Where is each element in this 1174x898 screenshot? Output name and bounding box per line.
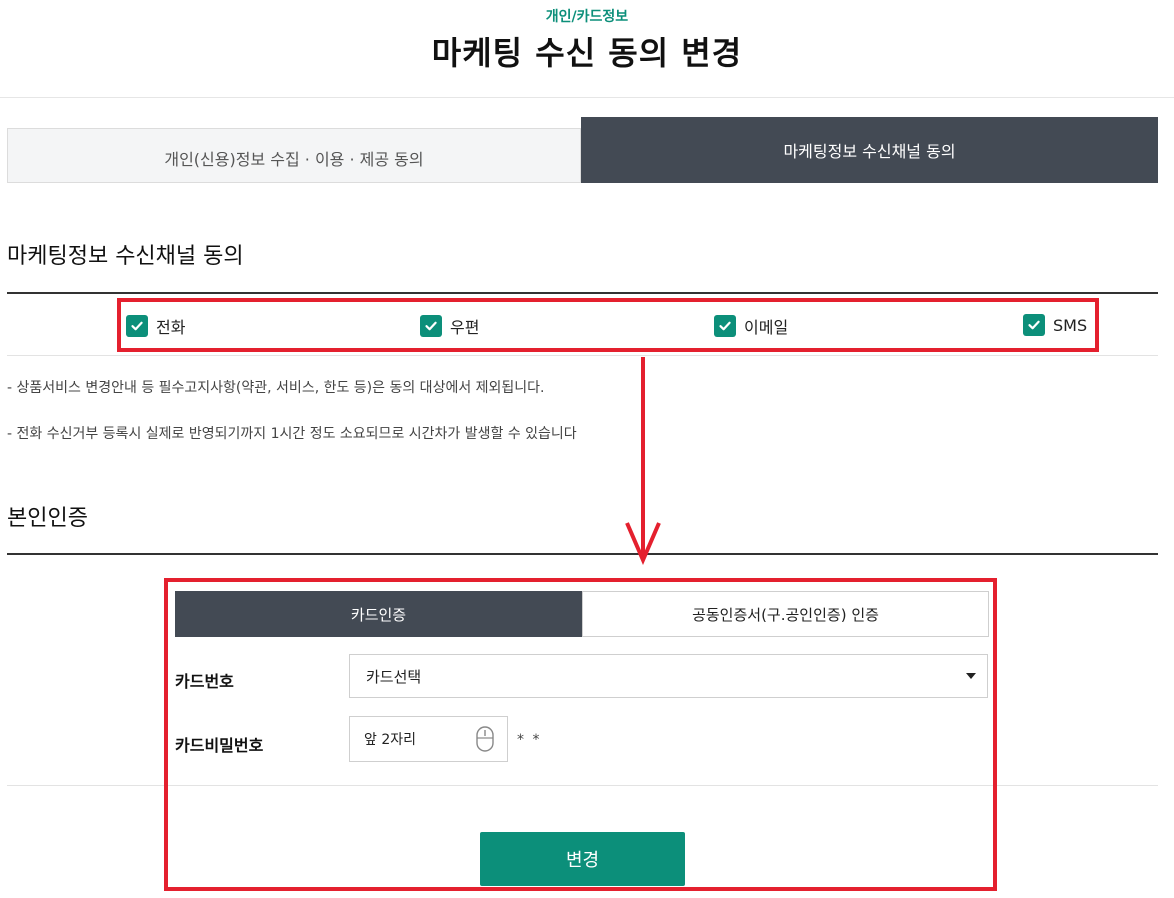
channel-label: 우편 xyxy=(450,318,480,337)
consent-tabs: 개인(신용)정보 수집 · 이용 · 제공 동의 마케팅정보 수신채널 동의 xyxy=(7,117,1158,183)
card-select-value: 카드선택 xyxy=(366,667,422,686)
checkbox-checked-icon[interactable] xyxy=(126,315,148,337)
notice-text: - 전화 수신거부 등록시 실제로 반영되기까지 1시간 정도 소요되므로 시간… xyxy=(7,426,577,442)
checkbox-checked-icon[interactable] xyxy=(1023,314,1045,336)
channel-label: 이메일 xyxy=(744,318,789,337)
mouse-icon[interactable] xyxy=(475,726,495,752)
caret-down-icon xyxy=(966,673,976,679)
identity-verification-panel: 카드인증 공동인증서(구.공인인증) 인증 카드번호 카드선택 카드비밀번호 앞… xyxy=(164,578,997,891)
page-title: 마케팅 수신 동의 변경 xyxy=(431,34,743,72)
section-title-identity-verification: 본인인증 xyxy=(7,506,88,531)
channel-checkbox-group: 전화 우편 이메일 SMS xyxy=(117,298,1099,352)
masked-password-suffix: * * xyxy=(517,732,542,748)
card-password-placeholder: 앞 2자리 xyxy=(364,732,416,748)
section-title-marketing-channels: 마케팅정보 수신채널 동의 xyxy=(7,244,244,269)
section-divider xyxy=(7,292,1158,294)
auth-method-tabs: 카드인증 공동인증서(구.공인인증) 인증 xyxy=(175,591,989,637)
checkbox-checked-icon[interactable] xyxy=(714,315,736,337)
channel-label: SMS xyxy=(1053,315,1088,335)
notice-text: - 상품서비스 변경안내 등 필수고지사항(약관, 서비스, 한도 등)은 동의… xyxy=(7,380,545,396)
section-divider xyxy=(7,553,1158,555)
change-button[interactable]: 변경 xyxy=(480,832,685,886)
annotation-arrow-icon xyxy=(625,357,661,565)
channel-mail[interactable]: 우편 xyxy=(420,314,479,338)
channel-phone[interactable]: 전화 xyxy=(126,314,185,338)
card-password-input[interactable]: 앞 2자리 xyxy=(349,716,508,762)
divider xyxy=(7,355,1158,356)
channel-label: 전화 xyxy=(156,318,186,337)
card-password-label: 카드비밀번호 xyxy=(175,736,264,755)
page-header: 개인/카드정보 마케팅 수신 동의 변경 xyxy=(0,0,1174,98)
tab-card-auth[interactable]: 카드인증 xyxy=(175,591,582,637)
card-select[interactable]: 카드선택 xyxy=(349,654,988,698)
card-number-label: 카드번호 xyxy=(175,672,234,691)
tab-personal-info-consent[interactable]: 개인(신용)정보 수집 · 이용 · 제공 동의 xyxy=(7,128,581,183)
breadcrumb[interactable]: 개인/카드정보 xyxy=(0,6,1174,26)
tab-marketing-channel-consent[interactable]: 마케팅정보 수신채널 동의 xyxy=(581,117,1158,183)
tab-certificate-auth[interactable]: 공동인증서(구.공인인증) 인증 xyxy=(582,591,989,637)
channel-sms[interactable]: SMS xyxy=(1023,314,1087,336)
channel-email[interactable]: 이메일 xyxy=(714,314,788,338)
checkbox-checked-icon[interactable] xyxy=(420,315,442,337)
